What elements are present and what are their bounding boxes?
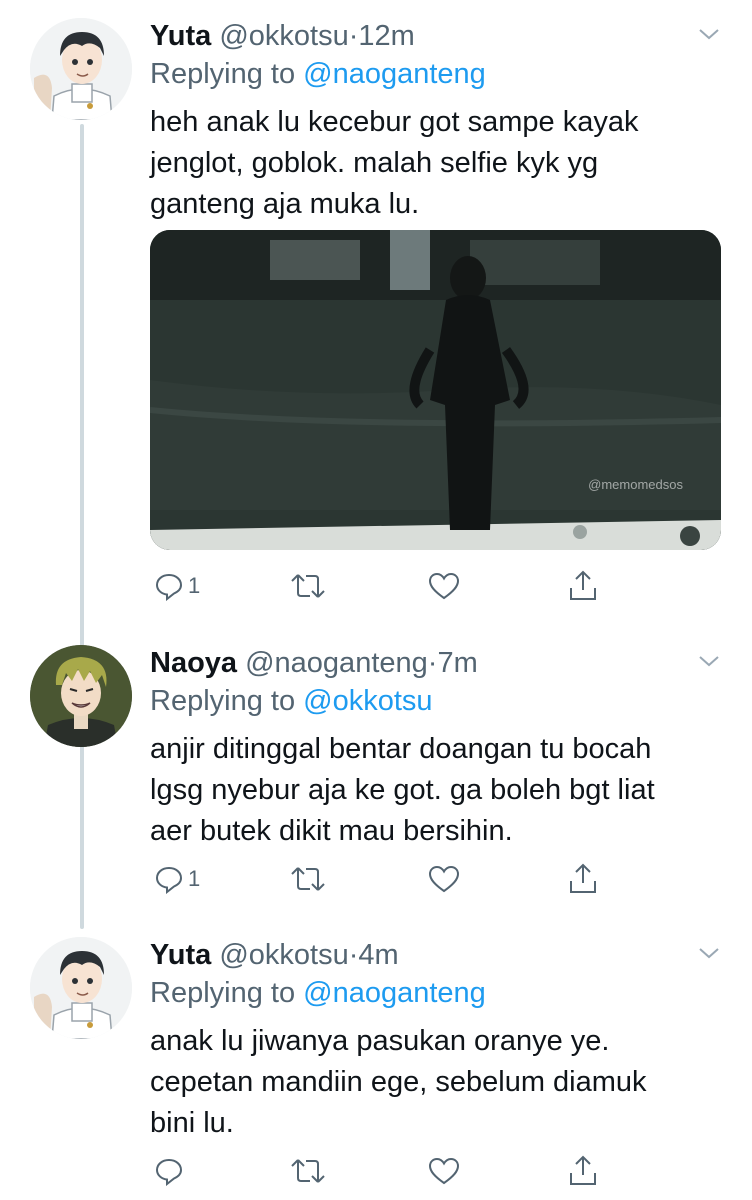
video-still-image [150,230,721,550]
retweet-button[interactable] [290,1151,326,1191]
tweet-text-line: anak lu jiwanya pasukan oranye ye. [150,1025,610,1057]
replying-to-prefix: Replying to [150,685,296,717]
chevron-down-icon[interactable] [697,941,721,965]
retweet-button[interactable] [290,566,326,606]
tweet-media-image[interactable]: @memomedsos [150,230,721,550]
reply-button[interactable]: 1 [154,566,200,606]
replying-to: Replying to @naoganteng [150,56,486,92]
tweet-text-line: aer butek dikit mau bersihin. [150,815,513,847]
anime-boy-avatar-icon [30,18,132,120]
separator-dot: · [348,939,359,971]
anime-boy-avatar-icon [30,937,132,1039]
tweet-header: Naoya @naoganteng·7m [150,645,478,681]
timestamp[interactable]: 7m [437,647,477,679]
timestamp[interactable]: 4m [358,939,398,971]
chevron-down-icon[interactable] [697,649,721,673]
separator-dot: · [348,20,359,52]
heart-icon [428,572,460,600]
timestamp[interactable]: 12m [358,20,414,52]
like-button[interactable] [428,859,460,899]
tweet-actions [150,1151,750,1191]
tweet-text-line: lgsg nyebur aja ke got. ga boleh bgt lia… [150,774,655,806]
user-handle[interactable]: @naoganteng [245,647,428,679]
replying-to-prefix: Replying to [150,977,296,1009]
replying-to-handle[interactable]: @naoganteng [303,58,486,90]
share-button[interactable] [568,566,598,606]
tweet-actions: 1 [150,566,750,606]
like-button[interactable] [428,1151,460,1191]
reply-button[interactable]: 1 [154,859,200,899]
user-handle[interactable]: @okkotsu [219,20,348,52]
heart-icon [428,1157,460,1185]
tweet-header: Yuta @okkotsu·12m [150,18,415,54]
tweet-text: anak lu jiwanya pasukan oranye ye. cepet… [150,1021,730,1144]
replying-to-handle[interactable]: @naoganteng [303,977,486,1009]
retweet-icon [291,574,325,598]
user-handle[interactable]: @okkotsu [219,939,348,971]
like-button[interactable] [428,566,460,606]
tweet-header: Yuta @okkotsu·4m [150,937,399,973]
thread-connector-line [80,124,84,929]
reply-count: 1 [188,866,201,891]
reply-count: 1 [188,573,201,598]
avatar[interactable] [30,645,132,747]
share-icon [570,1155,596,1185]
heart-icon [428,865,460,893]
replying-to-prefix: Replying to [150,58,296,90]
tweet-text-line: anjir ditinggal bentar doangan tu bocah [150,733,652,765]
tweet-text-line: jenglot, goblok. malah selfie kyk yg [150,147,599,179]
replying-to-handle[interactable]: @okkotsu [303,685,432,717]
share-button[interactable] [568,859,598,899]
reply-icon [155,1158,183,1186]
tweet-text: anjir ditinggal bentar doangan tu bocah … [150,729,730,852]
media-watermark: @memomedsos [588,477,683,492]
avatar[interactable] [30,18,132,120]
tweet-text-line: bini lu. [150,1107,234,1139]
display-name[interactable]: Yuta [150,939,211,971]
retweet-icon [291,867,325,891]
display-name[interactable]: Yuta [150,20,211,52]
tweet-text-line: heh anak lu kecebur got sampe kayak [150,106,639,138]
retweet-button[interactable] [290,859,326,899]
anime-blond-man-avatar-icon [30,645,132,747]
reply-icon [155,573,183,601]
reply-icon [155,866,183,894]
share-button[interactable] [568,1151,598,1191]
replying-to: Replying to @okkotsu [150,683,433,719]
share-icon [570,863,596,893]
avatar[interactable] [30,937,132,1039]
share-icon [570,570,596,600]
display-name[interactable]: Naoya [150,647,237,679]
tweet-actions: 1 [150,859,750,899]
separator-dot: · [427,647,438,679]
chevron-down-icon[interactable] [697,22,721,46]
reply-button[interactable] [154,1151,188,1191]
retweet-icon [291,1159,325,1183]
tweet-text-line: cepetan mandiin ege, sebelum diamuk [150,1066,647,1098]
tweet-text-line: ganteng aja muka lu. [150,188,420,220]
replying-to: Replying to @naoganteng [150,975,486,1011]
tweet-text: heh anak lu kecebur got sampe kayak jeng… [150,102,730,225]
